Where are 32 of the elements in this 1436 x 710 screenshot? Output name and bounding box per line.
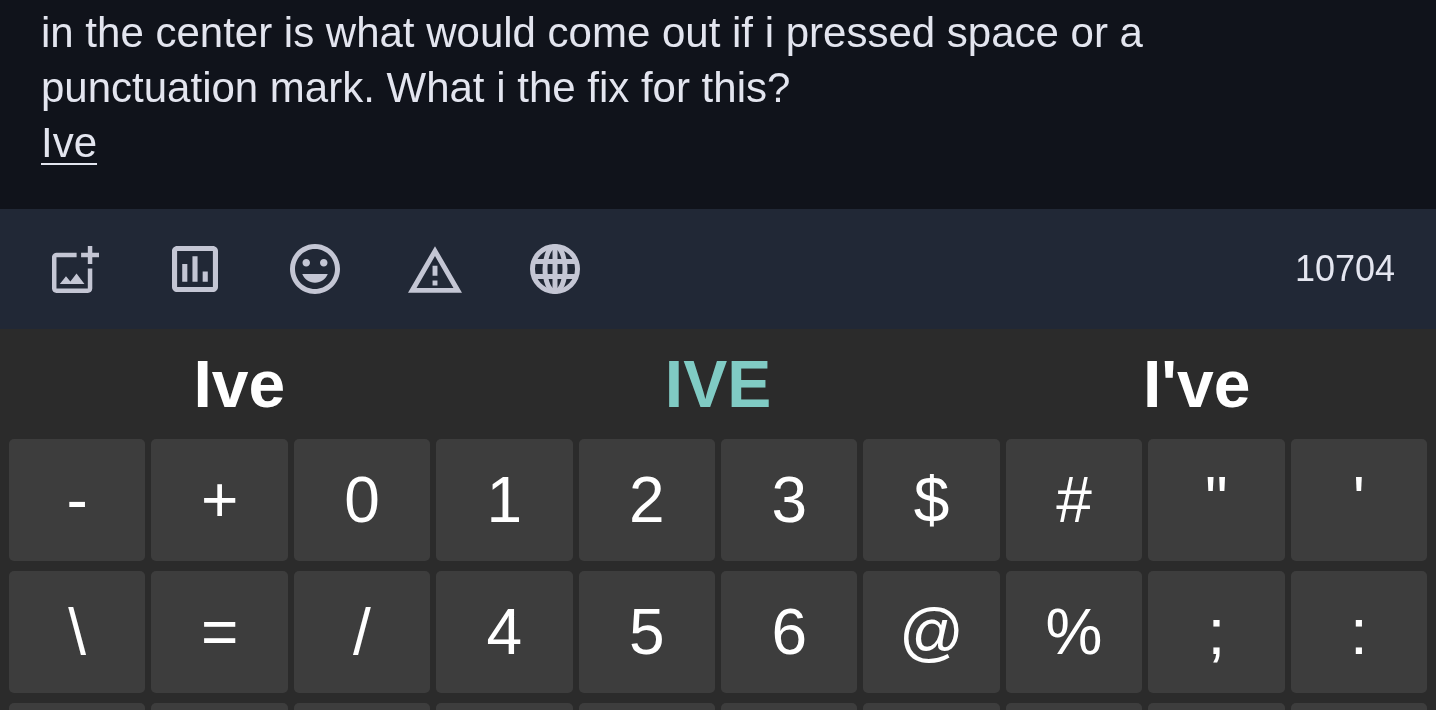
keyboard-key[interactable]: 6 xyxy=(721,571,858,693)
bar-chart-icon[interactable] xyxy=(172,246,218,292)
keyboard-key[interactable]: = xyxy=(151,571,288,693)
keyboard-key[interactable]: ; xyxy=(1148,571,1285,693)
keyboard-key[interactable]: - xyxy=(9,439,146,561)
message-text: in the center is what would come out if i pressed space or a punctuation mark. What i the fix for this? xyxy=(41,8,1144,113)
keyboard-key[interactable]: 0 xyxy=(293,439,431,561)
composing-word: Ive xyxy=(41,119,98,166)
keyboard-key[interactable]: @ xyxy=(863,571,1000,693)
suggestion[interactable]: IVE xyxy=(660,351,776,417)
keyboard-key[interactable]: % xyxy=(1005,571,1143,693)
keyboard-key[interactable]: 5 xyxy=(578,571,715,693)
text-input-field[interactable]: in the center is what would come out if i pressed space or a punctuation mark. What i the fix for this? Ive xyxy=(0,0,1436,209)
keyboard-key[interactable]: \ xyxy=(9,571,146,693)
keyboard-key[interactable]: $ xyxy=(863,439,1000,561)
keyboard-key[interactable]: " xyxy=(1148,439,1285,561)
keyboard-key[interactable]: 4 xyxy=(436,571,573,693)
keyboard-key[interactable]: 1 xyxy=(436,439,573,561)
keyboard-key[interactable]: ' xyxy=(1290,439,1427,561)
character-counter: 10704 xyxy=(1294,247,1395,291)
keyboard-key[interactable]: # xyxy=(1005,439,1143,561)
keyboard-key[interactable]: / xyxy=(293,571,431,693)
image-plus-icon[interactable] xyxy=(51,245,99,293)
keyboard-key[interactable]: + xyxy=(151,439,288,561)
suggestion[interactable]: Ive xyxy=(189,351,290,417)
globe-icon[interactable] xyxy=(530,244,580,294)
warning-icon[interactable] xyxy=(408,245,462,293)
keyboard-key[interactable]: : xyxy=(1290,571,1427,693)
suggestion[interactable]: I've xyxy=(1138,351,1255,417)
keyboard-key[interactable]: 3 xyxy=(721,439,858,561)
keyboard-key[interactable]: 2 xyxy=(578,439,715,561)
smiley-icon[interactable] xyxy=(290,244,340,294)
